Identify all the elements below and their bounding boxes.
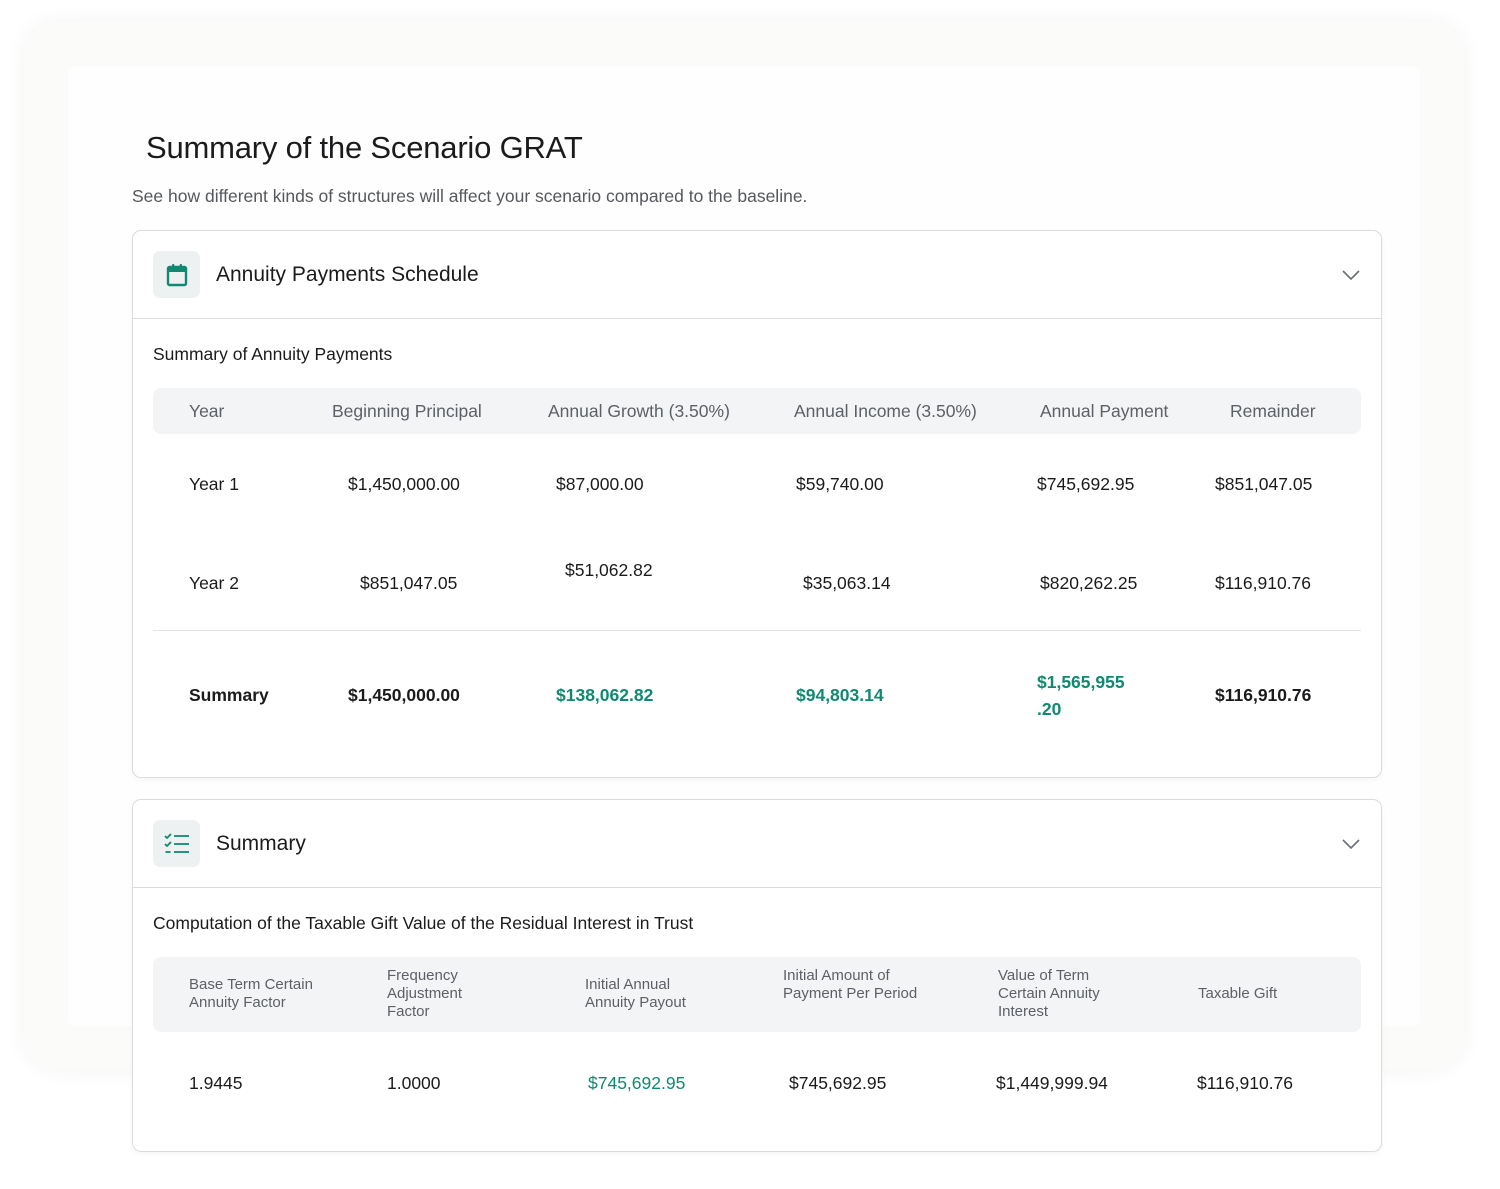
summary-annual-income: $94,803.14	[796, 685, 884, 705]
summary-annual-payment-line1: $1,565,955	[1037, 672, 1125, 692]
col-remainder: Remainder	[1230, 401, 1316, 421]
gift-frequency-factor: 1.0000	[387, 1073, 441, 1093]
chevron-down-icon[interactable]	[1341, 265, 1361, 285]
chevron-down-icon[interactable]	[1341, 834, 1361, 854]
summary-annual-growth: $138,062.82	[556, 685, 654, 705]
row2-annual-growth: $51,062.82	[565, 560, 653, 580]
col-annual-growth: Annual Growth (3.50%)	[548, 401, 730, 421]
summary-divider	[153, 630, 1361, 631]
gift-value-term-annuity: $1,449,999.94	[996, 1073, 1108, 1093]
taxable-gift-label: Computation of the Taxable Gift Value of…	[153, 913, 694, 933]
summary-remainder: $116,910.76	[1215, 685, 1312, 705]
col-initial-payment-per-period: Initial Amount of Payment Per Period	[783, 967, 918, 1002]
row1-annual-growth: $87,000.00	[556, 474, 644, 494]
page-subtitle: See how different kinds of structures wi…	[132, 186, 808, 206]
col-annual-payment: Annual Payment	[1040, 401, 1169, 421]
calendar-icon-box	[153, 251, 200, 298]
row1-year: Year 1	[189, 474, 239, 494]
page-title: Summary of the Scenario GRAT	[146, 130, 583, 165]
col-initial-annual-payout: Initial Annual Annuity Payout	[585, 976, 686, 1011]
col-frequency-factor: Frequency Adjustment Factor	[387, 967, 463, 1020]
annuity-schedule-card: Annuity Payments Schedule Summary of Ann…	[132, 230, 1382, 778]
annuity-payments-label: Summary of Annuity Payments	[153, 344, 393, 364]
summary-beginning-principal: $1,450,000.00	[348, 685, 460, 705]
row2-year: Year 2	[189, 573, 239, 593]
gift-table-header: Base Term Certain Annuity Factor Frequen…	[153, 957, 1361, 1032]
row2-annual-income: $35,063.14	[803, 573, 891, 593]
col-taxable-gift: Taxable Gift	[1198, 985, 1278, 1002]
row1-beginning-principal: $1,450,000.00	[348, 474, 460, 494]
row1-annual-income: $59,740.00	[796, 474, 884, 494]
gift-initial-annual-payout: $745,692.95	[588, 1073, 686, 1093]
schedule-table-header: Year Beginning Principal Annual Growth (…	[153, 388, 1361, 434]
col-base-term-factor: Base Term Certain Annuity Factor	[189, 976, 313, 1011]
row1-remainder: $851,047.05	[1215, 474, 1313, 494]
calendar-icon	[166, 263, 187, 286]
row1-annual-payment: $745,692.95	[1037, 474, 1135, 494]
row2-remainder: $116,910.76	[1215, 573, 1312, 593]
col-value-term-annuity: Value of Term Certain Annuity Interest	[998, 967, 1100, 1020]
row2-annual-payment: $820,262.25	[1040, 573, 1138, 593]
gift-taxable-gift: $116,910.76	[1197, 1073, 1294, 1093]
row2-beginning-principal: $851,047.05	[360, 573, 458, 593]
col-annual-income: Annual Income (3.50%)	[794, 401, 977, 421]
gift-base-term-factor: 1.9445	[189, 1073, 243, 1093]
annuity-schedule-title: Annuity Payments Schedule	[216, 263, 479, 286]
summary-card-title: Summary	[216, 832, 306, 855]
summary-annual-payment-line2: .20	[1037, 699, 1062, 719]
summary-card: Summary Computation of the Taxable Gift …	[132, 799, 1382, 1152]
summary-card-header[interactable]: Summary	[133, 800, 1381, 888]
col-beginning-principal: Beginning Principal	[332, 401, 482, 421]
annuity-schedule-header[interactable]: Annuity Payments Schedule	[133, 231, 1381, 319]
gift-initial-payment-per-period: $745,692.95	[789, 1073, 887, 1093]
col-year: Year	[189, 401, 225, 421]
checklist-icon-box	[153, 820, 200, 867]
summary-label: Summary	[189, 685, 269, 705]
checklist-icon	[163, 832, 189, 853]
